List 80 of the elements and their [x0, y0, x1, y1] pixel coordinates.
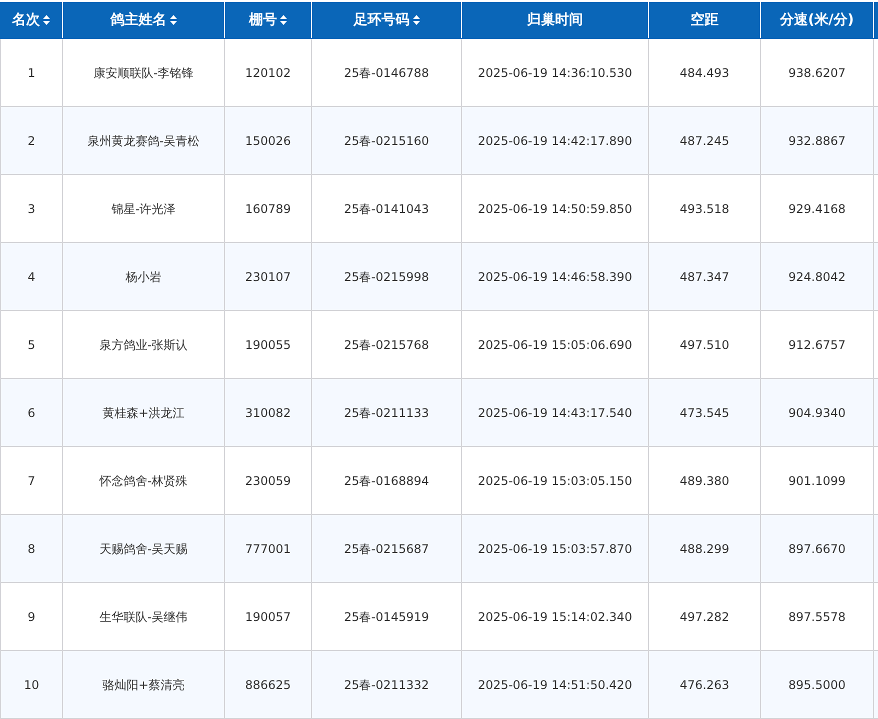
column-header[interactable]: 鸽主姓名 — [63, 2, 225, 38]
table-cell-text: 25春-0141043 — [344, 200, 430, 218]
column-header: 空距 — [649, 2, 761, 38]
table-cell-text: 25春-0168894 — [344, 472, 430, 490]
table-cell-text: 897.6670 — [788, 540, 846, 558]
table-cell-text: 25春-0146788 — [344, 64, 430, 82]
table-cell-text: 2025-06-19 14:42:17.890 — [478, 132, 632, 150]
table-cell-text: 康安顺联队-李铭锋 — [93, 64, 194, 82]
table-cell-text: 2025-06-19 15:03:57.870 — [478, 540, 632, 558]
table-cell-text: 932.8867 — [788, 132, 846, 150]
table-cell-text: 2025-06-19 15:03:05.150 — [478, 472, 632, 490]
table-cell-text: 生华联队-吴继伟 — [99, 608, 188, 626]
table-cell-text: 25春-0215160 — [344, 132, 430, 150]
table-cell-text: 493.518 — [680, 200, 730, 218]
sort-icon[interactable] — [280, 15, 287, 25]
table-cell-text: 天赐鸽舍-吴天赐 — [99, 540, 188, 558]
table-cell-text: 25春-0215687 — [344, 540, 430, 558]
table-cell-text: 484.493 — [680, 64, 730, 82]
sort-icon[interactable] — [43, 15, 50, 25]
table-cell-text: 杨小岩 — [126, 268, 162, 286]
table-cell-text: 487.347 — [680, 268, 730, 286]
table-cell-text: 锦星-许光泽 — [111, 200, 176, 218]
table-cell-text: 25春-0215768 — [344, 336, 430, 354]
table-cell-text: 黄桂森+洪龙江 — [102, 404, 185, 422]
table-cell-text: 497.510 — [680, 336, 730, 354]
table-cell-text: 骆灿阳+蔡清亮 — [102, 676, 185, 694]
table-cell-text: 4 — [28, 268, 36, 286]
table-cell-text: 487.245 — [680, 132, 730, 150]
table-cell-text: 2025-06-19 14:36:10.530 — [478, 64, 632, 82]
table-cell-text: 9 — [28, 608, 36, 626]
table-cell-text: 2025-06-19 14:46:58.390 — [478, 268, 632, 286]
table-cell-text: 25春-0211332 — [344, 676, 430, 694]
table-cell-text: 190055 — [245, 336, 291, 354]
table-cell-text: 895.5000 — [788, 676, 846, 694]
column-header: 归巢时间 — [462, 2, 649, 38]
table-cell-text: 230107 — [245, 268, 291, 286]
table-cell-text: 497.282 — [680, 608, 730, 626]
table-cell-text: 912.6757 — [788, 336, 846, 354]
table-cell-text: 476.263 — [680, 676, 730, 694]
table-cell-text: 886625 — [245, 676, 291, 694]
table-cell-text: 904.9340 — [788, 404, 846, 422]
table-cell-text: 2025-06-19 14:51:50.420 — [478, 676, 632, 694]
table-cell-text: 120102 — [245, 64, 291, 82]
table-cell-text: 2025-06-19 15:05:06.690 — [478, 336, 632, 354]
table-cell-text: 230059 — [245, 472, 291, 490]
table-cell-text: 2025-06-19 15:14:02.340 — [478, 608, 632, 626]
table-cell-text: 929.4168 — [788, 200, 846, 218]
column-header[interactable]: 名次 — [0, 2, 63, 38]
table-cell-text: 150026 — [245, 132, 291, 150]
table-cell-text: 938.6207 — [788, 64, 846, 82]
sort-icon[interactable] — [412, 15, 420, 25]
table-cell-text: 25春-0211133 — [344, 404, 430, 422]
table-cell-text: 2025-06-19 14:50:59.850 — [478, 200, 632, 218]
table-cell-text: 901.1099 — [788, 472, 846, 490]
table-cell-text: 泉方鸽业-张斯认 — [99, 336, 188, 354]
table-cell-text: 泉州黄龙赛鸽-吴青松 — [87, 132, 200, 150]
column-header[interactable]: 足环号码 — [312, 2, 462, 38]
sort-icon[interactable] — [170, 15, 176, 25]
table-cell-text: 6 — [28, 404, 36, 422]
table-cell-text: 2025-06-19 14:43:17.540 — [478, 404, 632, 422]
column-header[interactable]: 棚号 — [225, 2, 312, 38]
table-cell-text: 25春-0215998 — [344, 268, 430, 286]
table-cell-text: 5 — [28, 336, 36, 354]
table-cell-text: 怀念鸽舍-林贤殊 — [99, 472, 188, 490]
table-cell-text: 777001 — [245, 540, 291, 558]
table-cell-text: 7 — [28, 472, 36, 490]
table-cell-text: 897.5578 — [788, 608, 846, 626]
table-cell-text: 2 — [28, 132, 36, 150]
table-cell-text: 160789 — [245, 200, 291, 218]
table-cell-text: 3 — [28, 200, 36, 218]
table-cell-text: 25春-0145919 — [344, 608, 430, 626]
table-cell-text: 190057 — [245, 608, 291, 626]
table-cell-text: 310082 — [245, 404, 291, 422]
table-cell-text: 488.299 — [680, 540, 730, 558]
table-cell-text: 8 — [28, 540, 36, 558]
table-cell-text: 10 — [24, 676, 40, 694]
table-cell-text: 489.380 — [680, 472, 730, 490]
table-cell-text: 473.545 — [680, 404, 730, 422]
table-cell-text: 924.8042 — [788, 268, 846, 286]
table-cell-text: 1 — [28, 64, 36, 82]
